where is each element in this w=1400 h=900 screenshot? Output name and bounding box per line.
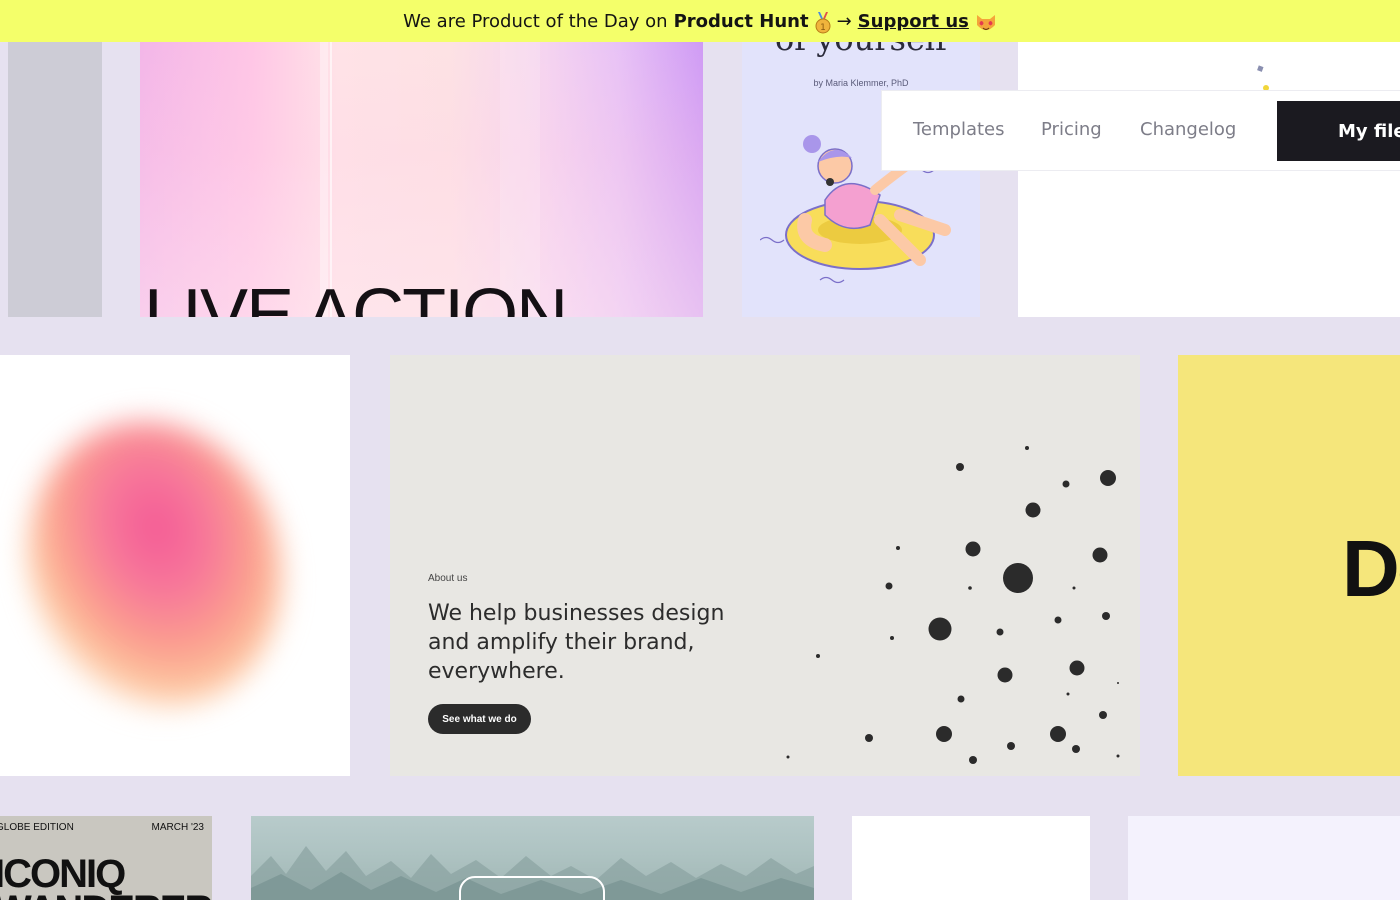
forest-frame [459,876,605,900]
product-hunt-label: Product Hunt [673,10,809,32]
banner-text: We are Product of the Day on [403,10,668,32]
iconiq-date: MARCH '23 [151,822,204,833]
book-author: by Maria Klemmer, PhD [813,78,909,88]
template-thumbnail-gradient-blob[interactable] [0,355,350,776]
iconiq-title-line1: ICONIQ [0,852,126,896]
svg-text:1: 1 [820,23,826,33]
arrow: → [836,10,852,32]
announcement-bar: We are Product of the Day on Product Hun… [0,0,1400,42]
nav-changelog[interactable]: Changelog [1140,119,1236,140]
template-thumbnail-forest[interactable] [251,816,814,900]
template-thumbnail-yellow[interactable]: De [1178,355,1400,776]
iconiq-title-line2: WANDERER [0,890,212,900]
iconiq-edition: GLOBE EDITION [0,822,74,833]
nav-templates[interactable]: Templates [913,119,1005,140]
iconiq-title: ICONIQ WANDERER [0,852,212,900]
nav-pricing[interactable]: Pricing [1041,119,1102,140]
support-us-link[interactable]: Support us [858,11,969,32]
template-thumbnail-white[interactable] [1018,42,1400,317]
template-thumbnail-live-action[interactable]: LIVE ACTION [140,42,703,317]
template-thumbnail-lavender[interactable] [1128,816,1400,900]
book-title: of yourself [742,42,980,58]
heart-eyes-cat-icon [975,13,997,33]
template-thumbnail-about-us[interactable]: About us We help businesses design and a… [390,355,1140,776]
template-thumbnail-white-2[interactable] [852,816,1090,900]
dots-illustration [786,446,1120,764]
yellow-tile-text: De [1342,524,1400,613]
gradient-blob [0,388,319,742]
medal-icon: 1 [815,12,831,34]
template-thumbnail-grey[interactable] [8,42,102,317]
live-action-title: LIVE ACTION [144,275,568,317]
my-files-button[interactable]: My files [1277,101,1400,161]
template-thumbnail-iconiq[interactable]: GLOBE EDITION MARCH '23 ICONIQ WANDERER [0,816,212,900]
template-thumbnail-book[interactable]: of yourself by Maria Klemmer, PhD [742,42,980,317]
top-navigation: Templates Pricing Changelog My files [881,90,1400,171]
